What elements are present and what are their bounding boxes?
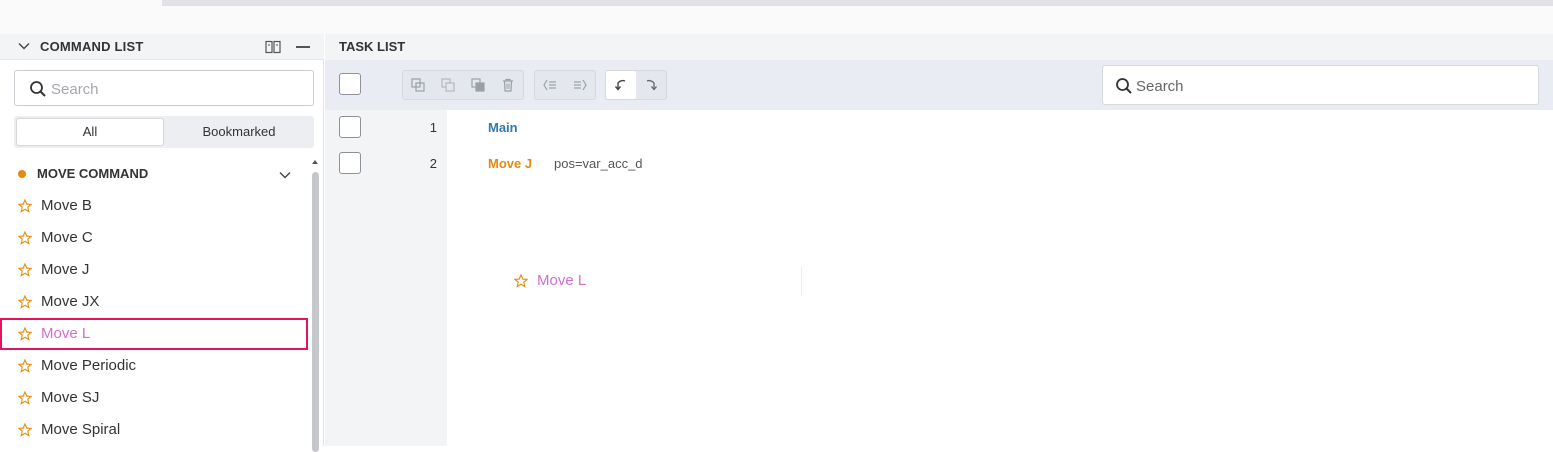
duplicate-icon: [471, 78, 485, 92]
outdent-button[interactable]: [535, 71, 565, 99]
filter-segment: All Bookmarked: [14, 116, 314, 148]
task-search-box[interactable]: [1102, 65, 1539, 105]
drag-ghost-label: Move L: [537, 272, 587, 289]
outdent-icon: [543, 79, 556, 91]
top-tab-strip: [162, 0, 1553, 6]
select-all-checkbox[interactable]: [339, 73, 361, 95]
command-list-scrollbar[interactable]: [309, 154, 321, 452]
command-item-move-spiral[interactable]: Move Spiral: [0, 414, 308, 446]
command-item-move-b[interactable]: Move B: [0, 190, 308, 222]
chevron-down-icon[interactable]: [17, 39, 31, 53]
undo-button[interactable]: [606, 71, 636, 99]
command-item-move-sj[interactable]: Move SJ: [0, 382, 308, 414]
command-list-header[interactable]: COMMAND LIST: [0, 34, 324, 60]
search-icon: [30, 81, 46, 97]
command-search-box[interactable]: [14, 70, 314, 106]
delete-button[interactable]: [493, 71, 523, 99]
command-item-label: Move Periodic: [41, 357, 137, 374]
command-item-move-periodic[interactable]: Move Periodic: [0, 350, 308, 382]
row-command[interactable]: Move J: [488, 156, 532, 171]
scroll-up-arrow-icon[interactable]: [311, 158, 319, 166]
copy-button[interactable]: [403, 71, 433, 99]
row-number: 2: [429, 156, 437, 171]
command-item-label: Move L: [41, 325, 91, 342]
paste-icon: [441, 78, 455, 92]
star-icon[interactable]: [18, 199, 32, 213]
group-color-dot: [18, 170, 26, 178]
row-command[interactable]: Main: [488, 120, 518, 135]
task-row[interactable]: 1 Main: [325, 110, 1553, 146]
copy-icon: [411, 78, 425, 92]
search-icon: [1116, 78, 1132, 94]
filter-bookmarked-tab[interactable]: Bookmarked: [166, 118, 312, 146]
command-item-label: Move J: [41, 261, 90, 278]
task-row[interactable]: 2 Move J pos=var_acc_d: [325, 146, 1553, 182]
star-icon[interactable]: [18, 327, 32, 341]
delete-icon: [503, 78, 513, 92]
star-icon[interactable]: [18, 359, 32, 373]
indent-button[interactable]: [565, 71, 595, 99]
star-icon[interactable]: [18, 263, 32, 277]
group-header-move-command[interactable]: MOVE COMMAND: [0, 160, 306, 188]
command-item-move-c[interactable]: Move C: [0, 222, 308, 254]
undo-icon: [614, 79, 626, 91]
task-search-input[interactable]: [1136, 75, 1526, 97]
command-item-label: Move Spiral: [41, 421, 121, 438]
star-icon[interactable]: [18, 295, 32, 309]
star-icon[interactable]: [18, 231, 32, 245]
task-toolbar: [325, 60, 1553, 110]
command-list-panel: COMMAND LIST All Bookmarked MOVE COMMAND: [0, 34, 324, 452]
command-item-label: Move JX: [41, 293, 100, 310]
command-item-label: Move SJ: [41, 389, 100, 406]
command-item-move-jx[interactable]: Move JX: [0, 286, 308, 318]
paste-button[interactable]: [433, 71, 463, 99]
drag-ghost-edge: [801, 266, 802, 296]
history-button-group: [605, 70, 667, 100]
command-item-label: Move C: [41, 229, 93, 246]
top-tab-active[interactable]: [0, 0, 162, 6]
row-parameter[interactable]: pos=var_acc_d: [554, 156, 643, 171]
row-checkbox[interactable]: [339, 152, 361, 174]
star-icon: [514, 274, 528, 288]
command-list-title: COMMAND LIST: [40, 39, 144, 54]
duplicate-button[interactable]: [463, 71, 493, 99]
filter-all-tab[interactable]: All: [16, 118, 164, 146]
minimize-icon[interactable]: [296, 46, 310, 48]
indent-button-group: [534, 70, 596, 100]
star-icon[interactable]: [18, 391, 32, 405]
command-item-move-j[interactable]: Move J: [0, 254, 308, 286]
row-number: 1: [429, 120, 437, 135]
task-list-title: TASK LIST: [339, 39, 406, 54]
command-list: Move B Move C Move J Move JX Move L Move…: [0, 190, 308, 446]
scrollbar-thumb[interactable]: [312, 172, 319, 452]
drag-ghost-move-l: Move L: [500, 266, 802, 296]
group-title: MOVE COMMAND: [37, 166, 149, 181]
redo-button[interactable]: [636, 71, 666, 99]
row-checkbox[interactable]: [339, 116, 361, 138]
task-list-panel: TASK LIST Search 1 Main 2 Move J pos=var…: [325, 34, 1553, 446]
command-search-input[interactable]: [51, 79, 301, 99]
command-item-label: Move B: [41, 197, 92, 214]
star-icon[interactable]: [18, 423, 32, 437]
indent-icon: [574, 79, 587, 91]
task-list-header: TASK LIST: [325, 34, 1553, 60]
top-bar: [0, 0, 1553, 34]
book-icon[interactable]: [265, 40, 281, 54]
edit-button-group: [402, 70, 524, 100]
command-item-move-l[interactable]: Move L: [0, 318, 308, 350]
redo-icon: [646, 79, 657, 91]
chevron-down-icon[interactable]: [278, 168, 292, 182]
